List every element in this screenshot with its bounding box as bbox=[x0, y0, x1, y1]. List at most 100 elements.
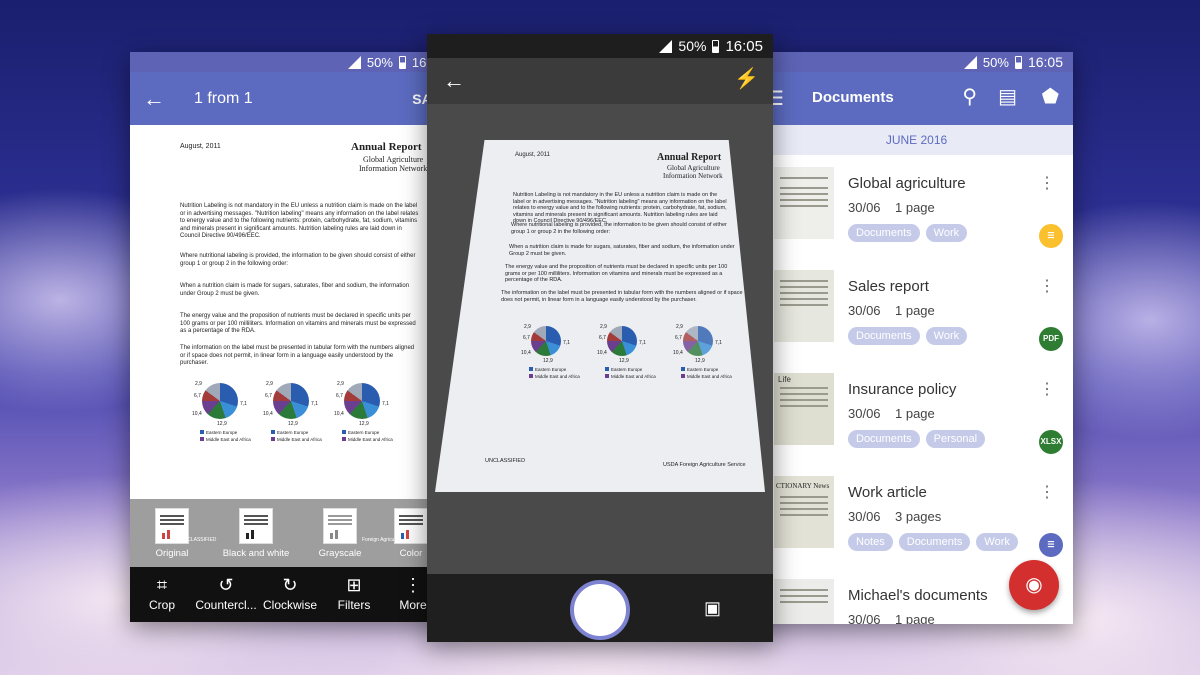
captured-document: August, 2011 Annual Report Global Agricu… bbox=[435, 140, 765, 492]
tag-chip[interactable]: Work bbox=[925, 224, 968, 242]
doc-paragraph: When a nutrition claim is made for sugar… bbox=[180, 283, 410, 297]
document-meta: 30/06 1 page bbox=[848, 612, 935, 624]
rotate-left-icon: ↺ bbox=[218, 575, 234, 595]
document-name: Work article bbox=[848, 484, 927, 501]
app-bar: ☰ Documents ⚲ ▤ ⬟ bbox=[760, 72, 1073, 125]
page-counter: 1 from 1 bbox=[194, 89, 253, 107]
search-icon[interactable]: ⚲ bbox=[962, 84, 977, 109]
back-arrow-icon[interactable]: ← bbox=[130, 86, 178, 112]
tag-list: Documents Work bbox=[848, 327, 968, 345]
pie-chart-row: 2,9 6,7 10,4 12,9 7,1 Eastern Europe Mid… bbox=[521, 324, 732, 379]
camera-top-bar: ← ⚡ bbox=[427, 58, 773, 104]
list-item[interactable]: CTIONARY News Work article 30/06 3 pages… bbox=[760, 464, 1073, 568]
flash-off-icon[interactable]: ⚡ bbox=[734, 66, 759, 91]
rotate-clockwise-button[interactable]: ↻ Clockwise bbox=[258, 567, 322, 622]
more-vert-icon[interactable]: ⋮ bbox=[1039, 482, 1055, 502]
view-toggle-icon[interactable]: ▤ bbox=[998, 84, 1017, 109]
document-name: Insurance policy bbox=[848, 381, 957, 398]
tag-list: Notes Documents Work bbox=[848, 533, 1018, 551]
rotate-right-icon: ↻ bbox=[282, 575, 298, 595]
battery-percent: 50% bbox=[678, 38, 707, 54]
page-title: Documents bbox=[812, 89, 894, 106]
app-bar: ← 1 from 1 SAV bbox=[130, 72, 440, 125]
clock: 16:05 bbox=[1027, 54, 1063, 70]
doc-title: Annual Report bbox=[351, 141, 422, 153]
pie-chart: 2,9 6,7 10,4 12,9 7,1 Eastern Europe Mid… bbox=[334, 381, 393, 442]
filters-icon: ⊞ bbox=[346, 575, 362, 595]
battery-icon bbox=[712, 39, 720, 53]
tag-chip[interactable]: Notes bbox=[848, 533, 893, 551]
document-thumbnail: Life bbox=[774, 373, 834, 445]
signal-icon bbox=[347, 55, 361, 69]
document-thumbnail bbox=[774, 167, 834, 239]
more-vert-icon[interactable]: ⋮ bbox=[1039, 173, 1055, 193]
filter-strip: Original Black and white Grayscale Color bbox=[130, 499, 440, 567]
gallery-icon[interactable]: ▣ bbox=[704, 598, 721, 619]
pie-chart: 2,9 6,7 10,4 12,9 7,1 Eastern Europe Mid… bbox=[263, 381, 322, 442]
status-bar: 50% 16:05 bbox=[427, 34, 773, 58]
back-arrow-icon[interactable]: ← bbox=[443, 68, 465, 94]
document-preview: August, 2011 Annual Report Global Agricu… bbox=[485, 152, 746, 468]
list-item[interactable]: Life Insurance policy 30/06 1 page Docum… bbox=[760, 361, 1073, 465]
text-doc-icon: ☰ bbox=[1039, 224, 1063, 248]
tag-chip[interactable]: Work bbox=[976, 533, 1018, 551]
filter-grayscale[interactable]: Grayscale bbox=[298, 499, 382, 559]
doc-footer: UNCLASSIFIED bbox=[485, 458, 526, 464]
tag-chip[interactable]: Documents bbox=[848, 327, 920, 345]
crop-icon: ⌗ bbox=[156, 575, 168, 595]
list-item[interactable]: Sales report 30/06 1 page Documents Work … bbox=[760, 258, 1073, 362]
document-thumbnail bbox=[774, 270, 834, 342]
doc-paragraph: Nutrition Labeling is not mandatory in t… bbox=[180, 203, 419, 239]
camera-fab-button[interactable]: ◉ bbox=[1009, 560, 1059, 610]
tag-chip[interactable]: Documents bbox=[898, 533, 971, 551]
filter-thumbnail bbox=[323, 508, 357, 544]
document-preview: August, 2011 Annual Report Global Agricu… bbox=[130, 125, 440, 499]
tag-icon[interactable]: ⬟ bbox=[1042, 84, 1059, 109]
left-phone-editor: 50% 16: ← 1 from 1 SAV August, 2011 Annu… bbox=[130, 52, 440, 622]
thumb-caption: Foreign Agricu bbox=[362, 537, 395, 543]
tag-list: Documents Personal bbox=[848, 430, 986, 448]
filters-button[interactable]: ⊞ Filters bbox=[322, 567, 386, 622]
crop-button[interactable]: ⌗ Crop bbox=[130, 567, 194, 622]
document-name: Global agriculture bbox=[848, 175, 966, 192]
signal-icon bbox=[659, 39, 673, 53]
pie-chart-row: 2,9 6,7 10,4 12,9 7,1 Eastern Europe Mid… bbox=[192, 381, 393, 442]
status-bar: 50% 16:05 bbox=[760, 52, 1073, 72]
document-meta: 30/06 1 page bbox=[848, 406, 935, 421]
tag-chip[interactable]: Documents bbox=[848, 224, 920, 242]
status-bar: 50% 16: bbox=[130, 52, 440, 72]
document-meta: 30/06 1 page bbox=[848, 303, 935, 318]
shutter-button[interactable] bbox=[570, 580, 630, 640]
tag-chip[interactable]: Personal bbox=[925, 430, 986, 448]
clock: 16:05 bbox=[725, 37, 763, 55]
more-vert-icon[interactable]: ⋮ bbox=[1039, 379, 1055, 399]
doc-footer: USDA Foreign Agriculture Service bbox=[663, 462, 746, 468]
filter-original[interactable]: Original bbox=[130, 499, 214, 559]
tag-chip[interactable]: Documents bbox=[848, 430, 920, 448]
doc-subtitle-2: Information Network bbox=[359, 164, 428, 173]
battery-percent: 50% bbox=[366, 54, 393, 70]
list-item[interactable]: Global agriculture 30/06 1 page Document… bbox=[760, 155, 1073, 259]
filter-black-and-white[interactable]: Black and white bbox=[214, 499, 298, 559]
doc-paragraph: The information on the label must be pre… bbox=[180, 345, 415, 366]
document-name: Michael's documents bbox=[848, 587, 988, 604]
tag-chip[interactable]: Work bbox=[925, 327, 968, 345]
doc-paragraph: Where nutritional labeling is provided, … bbox=[180, 253, 416, 267]
pie-chart: 2,9 6,7 10,4 12,9 7,1 Eastern Europe Mid… bbox=[192, 381, 251, 442]
rotate-counterclockwise-button[interactable]: ↺ Countercl... bbox=[194, 567, 258, 622]
document-meta: 30/06 1 page bbox=[848, 200, 935, 215]
center-phone-camera: 50% 16:05 ← ⚡ August, 2011 Annual Report… bbox=[427, 34, 773, 642]
more-vert-icon[interactable]: ⋮ bbox=[1039, 276, 1055, 296]
camera-icon: ◉ bbox=[1025, 574, 1043, 596]
battery-icon bbox=[1014, 55, 1022, 69]
document-thumbnail bbox=[774, 579, 834, 624]
camera-viewfinder: August, 2011 Annual Report Global Agricu… bbox=[427, 104, 773, 574]
pie-chart: 2,9 6,7 10,4 12,9 7,1 Eastern Europe Mid… bbox=[521, 324, 580, 379]
edit-toolbar: ⌗ Crop ↺ Countercl... ↻ Clockwise ⊞ Filters … bbox=[130, 567, 440, 622]
right-phone-documents: 50% 16:05 ☰ Documents ⚲ ▤ ⬟ JUNE 2016 Gl… bbox=[760, 52, 1073, 624]
document-thumbnail: CTIONARY News bbox=[774, 476, 834, 548]
document-name: Sales report bbox=[848, 278, 929, 295]
signal-icon bbox=[963, 55, 977, 69]
doc-paragraph: The energy value and the proposition of … bbox=[180, 313, 416, 334]
xlsx-icon: XLSX bbox=[1039, 430, 1063, 454]
